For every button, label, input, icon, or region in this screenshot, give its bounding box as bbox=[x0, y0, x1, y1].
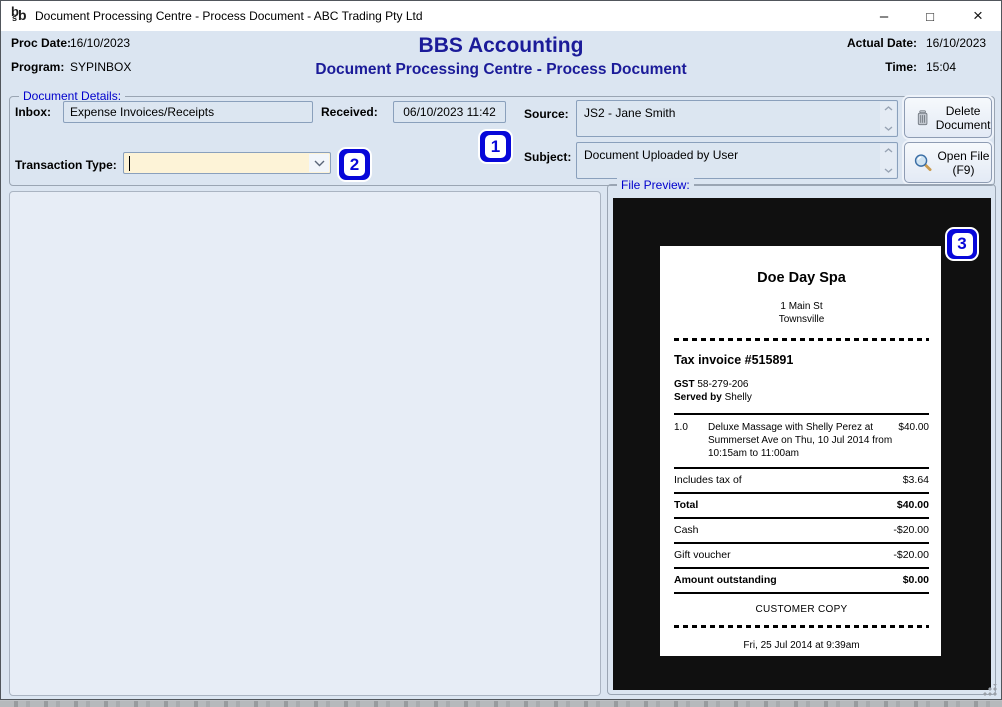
annotation-badge-1: 1 bbox=[478, 129, 513, 164]
document-workspace-panel bbox=[9, 191, 601, 696]
received-label: Received: bbox=[321, 105, 378, 119]
item-description: Deluxe Massage with Shelly Perez at Summ… bbox=[708, 421, 898, 460]
receipt-row: Amount outstanding $0.00 bbox=[674, 567, 929, 592]
transaction-type-dropdown-button[interactable] bbox=[309, 154, 329, 172]
app-icon: b s b bbox=[10, 6, 30, 26]
receipt-printed-date: Fri, 25 Jul 2014 at 9:39am bbox=[674, 640, 929, 651]
receipt-totals: Includes tax of $3.64 Total $40.00 Cash … bbox=[674, 467, 929, 594]
source-field[interactable]: JS2 - Jane Smith bbox=[576, 100, 898, 137]
maximize-icon: □ bbox=[926, 9, 934, 24]
file-preview-canvas: Doe Day Spa 1 Main St Townsville Tax inv… bbox=[613, 198, 991, 690]
receipt-invoice-number: Tax invoice #515891 bbox=[674, 353, 929, 367]
chevron-down-icon bbox=[314, 160, 325, 167]
chevron-up-icon[interactable] bbox=[884, 106, 893, 111]
receipt-document: Doe Day Spa 1 Main St Townsville Tax inv… bbox=[660, 246, 941, 656]
title-bar: b s b Document Processing Centre - Proce… bbox=[1, 1, 1001, 31]
delete-document-label: Delete Document bbox=[935, 104, 991, 132]
actual-date-label: Actual Date: bbox=[847, 36, 917, 50]
trash-can-icon bbox=[913, 108, 932, 128]
receipt-meta: GST 58-279-206 Served by Shelly bbox=[674, 378, 929, 404]
source-label: Source: bbox=[524, 107, 569, 121]
page-title: Document Processing Centre - Process Doc… bbox=[1, 61, 1001, 79]
inbox-label: Inbox: bbox=[15, 105, 51, 119]
subject-label: Subject: bbox=[524, 150, 571, 164]
time-value: 15:04 bbox=[926, 60, 956, 74]
magnifier-icon bbox=[913, 152, 933, 173]
inbox-field[interactable] bbox=[63, 101, 313, 123]
receipt-customer-copy: CUSTOMER COPY bbox=[674, 604, 929, 615]
close-button[interactable]: × bbox=[955, 1, 1001, 31]
annotation-badge-3: 3 bbox=[945, 227, 979, 261]
receipt-row: Gift voucher -$20.00 bbox=[674, 542, 929, 567]
annotation-badge-2: 2 bbox=[337, 147, 372, 182]
window-title: Document Processing Centre - Process Doc… bbox=[35, 9, 423, 23]
minimize-button[interactable]: – bbox=[861, 1, 907, 31]
receipt-divider bbox=[674, 625, 929, 628]
item-qty: 1.0 bbox=[674, 421, 708, 460]
receipt-row: Cash -$20.00 bbox=[674, 517, 929, 542]
receipt-row: Total $40.00 bbox=[674, 492, 929, 517]
receipt-line-item: 1.0 Deluxe Massage with Shelly Perez at … bbox=[674, 413, 929, 467]
minimize-icon: – bbox=[880, 8, 888, 25]
item-amount: $40.00 bbox=[898, 421, 929, 460]
receipt-row: Includes tax of $3.64 bbox=[674, 467, 929, 492]
receipt-store-name: Doe Day Spa bbox=[674, 270, 929, 286]
window-resize-grip[interactable] bbox=[983, 684, 997, 696]
chevron-down-icon[interactable] bbox=[884, 126, 893, 131]
time-label: Time: bbox=[885, 60, 917, 74]
subject-value: Document Uploaded by User bbox=[584, 148, 877, 162]
actual-date-value: 16/10/2023 bbox=[926, 36, 986, 50]
delete-document-button[interactable]: Delete Document bbox=[904, 97, 992, 138]
open-file-label: Open File (F9) bbox=[936, 149, 991, 177]
transaction-type-label: Transaction Type: bbox=[15, 158, 117, 172]
subject-scrollbar[interactable] bbox=[880, 144, 896, 177]
receipt-divider bbox=[674, 338, 929, 341]
receipt-address: 1 Main St Townsville bbox=[674, 300, 929, 326]
chevron-up-icon[interactable] bbox=[884, 148, 893, 153]
source-scrollbar[interactable] bbox=[880, 102, 896, 135]
app-window: b s b Document Processing Centre - Proce… bbox=[0, 0, 1002, 700]
maximize-button[interactable]: □ bbox=[907, 1, 953, 31]
open-file-button[interactable]: Open File (F9) bbox=[904, 142, 992, 183]
file-preview-legend: File Preview: bbox=[617, 178, 694, 192]
chevron-down-icon[interactable] bbox=[884, 168, 893, 173]
text-caret bbox=[129, 156, 130, 171]
taskbar-sliver bbox=[0, 701, 1002, 707]
received-field[interactable] bbox=[393, 101, 506, 123]
close-icon: × bbox=[973, 6, 983, 26]
source-value: JS2 - Jane Smith bbox=[584, 106, 877, 120]
transaction-type-combobox[interactable] bbox=[123, 152, 331, 174]
subject-field[interactable]: Document Uploaded by User bbox=[576, 142, 898, 179]
